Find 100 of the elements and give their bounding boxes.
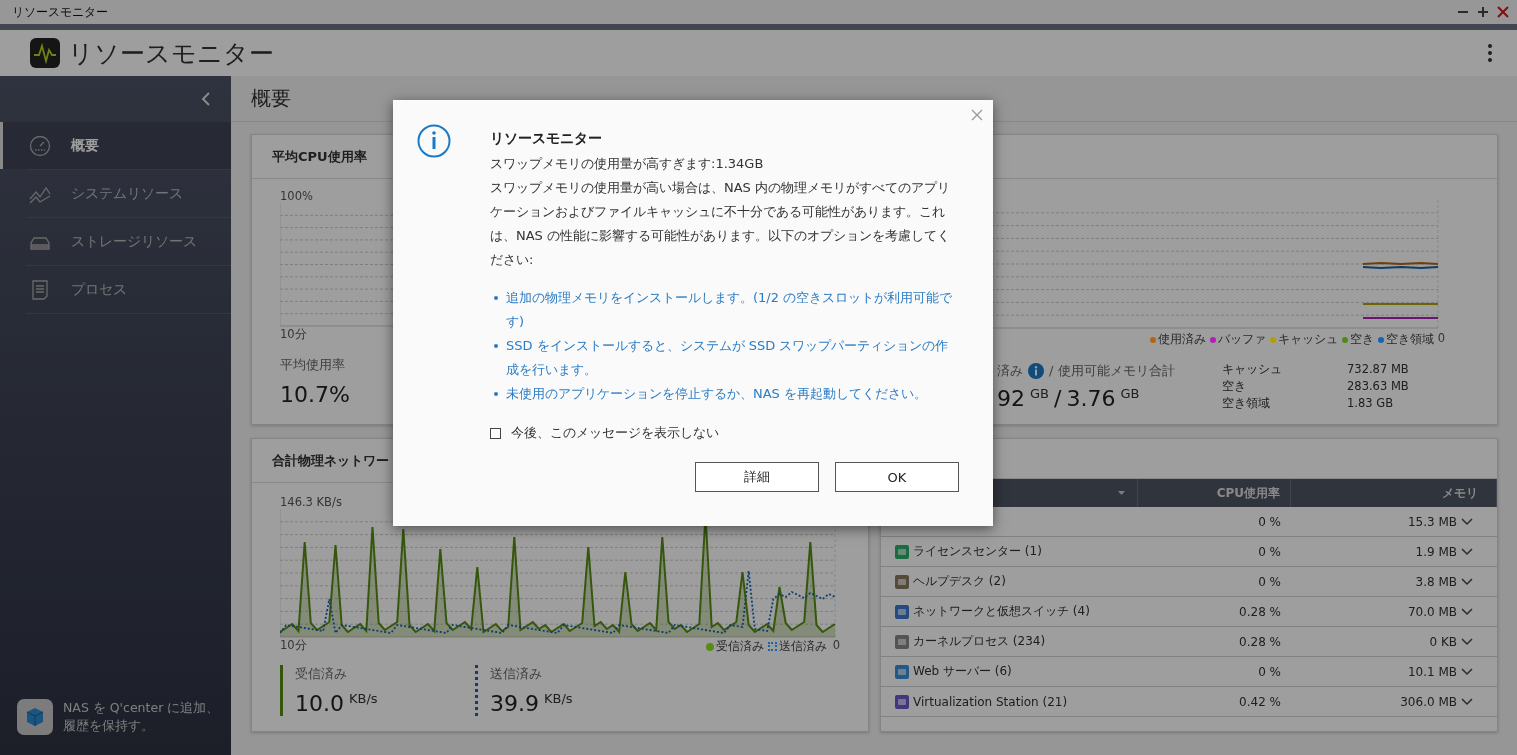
stat-label: 平均使用率 [280,356,345,374]
stat-value: 3.76 [1066,386,1116,411]
process-name: ネットワークと仮想スイッチ (4) [913,603,1090,620]
unit-label: GB [1030,386,1049,401]
unit-label: KB/s [544,691,573,706]
expand-icon[interactable] [1461,667,1473,676]
table-row[interactable]: ネットワークと仮想スイッチ (4) 0.28 % 70.0 MB [881,597,1497,627]
app-title: リソースモニター [68,37,274,70]
table-row[interactable]: カーネルプロセス (234) 0.28 % 0 KB [881,627,1497,657]
process-name: カーネルプロセス (234) [913,633,1046,650]
stat-label: 送信済み [490,665,542,683]
detail-value: 283.63 MB [1347,379,1410,394]
memory-usage: 15.3 MB [1406,514,1458,529]
cpu-usage: 0 % [1257,514,1282,529]
app-icon [895,634,909,649]
legend-item: 空き [1341,331,1374,348]
stat-value: 39.9 [490,691,539,716]
info-icon[interactable] [1028,363,1044,379]
window-title: リソースモニター [12,3,108,21]
dialog-button[interactable]: OK [835,462,959,492]
detail-label: 空き領域 [1222,396,1271,411]
info-icon [417,124,451,158]
expand-icon[interactable] [1461,547,1473,556]
memory-usage: 1.9 MB [1414,544,1458,559]
memory-usage: 0 KB [1428,634,1458,649]
bullet-icon [494,296,498,300]
option-text: 追加の物理メモリをインストールします。(1/2 の空きスロットが利用可能です) [506,289,954,331]
detail-value: 1.83 GB [1347,396,1395,411]
gauge-icon [29,134,51,157]
process-name: ヘルプデスク (2) [913,573,1006,590]
legend-item: バッファ [1209,331,1266,348]
caret-icon[interactable] [1118,491,1125,495]
dialog-message: スワップメモリの使用量が高い場合は、NAS 内の物理メモリがすべてのアプリケーションおよびファイルキャッシュに不十分である可能性があります。これは、NAS の性能に影響する可能性があります。以下のオプションを考慮してください: [490,179,951,269]
axis-label: 0 [1437,331,1445,345]
promo-text[interactable]: NAS を Q'center に追加、 履歴を保持す。 [63,699,220,735]
more-menu-icon[interactable] [1487,43,1493,63]
stat-label: / 使用可能メモリ合計 [1049,362,1175,380]
page-title: 概要 [251,85,291,112]
process-name: ライセンスセンター (1) [913,543,1042,560]
legend-item: キャッシュ [1269,331,1338,348]
close-button[interactable] [969,107,985,123]
axis-label: 10分 [280,327,307,342]
expand-icon[interactable] [1461,577,1473,586]
cpu-usage: 0 % [1257,664,1282,679]
stat-value: 10.7% [280,382,350,407]
expand-icon[interactable] [1461,517,1473,526]
app-icon [895,694,909,709]
app-icon [895,664,909,679]
card-title: 平均CPU使用率 [272,147,367,166]
legend-item: 送信済み [767,638,827,655]
cpu-usage: 0 % [1257,544,1282,559]
legend-item: 使用済み [1149,331,1206,348]
axis-label: 146.3 KB/s [280,495,342,509]
cpu-usage: 0.28 % [1238,604,1282,619]
sidebar-item[interactable]: 概要 [0,122,231,169]
option-text: SSD をインストールすると、システムが SSD スワップパーティションの作成を行います。 [506,337,950,379]
table-row[interactable]: ライセンスセンター (1) 0 % 1.9 MB [881,537,1497,567]
option-text: 未使用のアプリケーションを停止するか、NAS を再起動してください。 [506,385,927,403]
process-name: Virtualization Station (21) [913,694,1068,709]
expand-icon[interactable] [1461,697,1473,706]
dialog-button[interactable]: 詳細 [695,462,819,492]
checkbox[interactable]: 今後、このメッセージを表示しない [490,424,959,442]
app-icon [895,544,909,559]
process-name: Web サーバー (6) [913,663,1012,680]
stat-value: 10.0 [295,691,344,716]
expand-icon[interactable] [1461,637,1473,646]
stat-label: 受信済み [295,665,347,683]
column-header[interactable]: CPU使用率 [1216,484,1280,502]
app-logo-icon [30,38,60,68]
cpu-usage: 0.42 % [1238,694,1282,709]
cpu-usage: 0 % [1257,574,1282,589]
close-icon[interactable] [1497,6,1509,18]
document-icon [29,278,51,301]
app-icon [895,604,909,619]
stat-value: 92 [997,386,1025,411]
detail-value: 732.87 MB [1347,362,1410,377]
expand-icon[interactable] [1461,607,1473,616]
column-header[interactable]: メモリ [1442,484,1478,502]
table-row[interactable]: Virtualization Station (21) 0.42 % 306.0 MB [881,687,1497,717]
bullet-icon [494,392,498,396]
unit-label: KB/s [349,691,378,706]
cube-app-icon[interactable] [17,699,53,735]
table-row[interactable]: Web サーバー (6) 0 % 10.1 MB [881,657,1497,687]
card-title: 合計物理ネットワー [272,451,389,470]
legend-item: 受信済み [705,638,764,655]
app-icon [895,574,909,589]
detail-label: 空き [1222,379,1247,394]
maximize-icon[interactable] [1477,6,1489,18]
memory-usage: 10.1 MB [1406,664,1458,679]
bullet-icon [494,344,498,348]
dialog-headline: スワップメモリの使用量が高すぎます:1.34GB [490,155,765,173]
memory-usage: 70.0 MB [1406,604,1458,619]
legend-item: 空き領域 [1377,331,1434,348]
collapse-icon[interactable] [201,91,211,107]
stat-label: 済み [997,362,1023,380]
table-row[interactable]: ヘルプデスク (2) 0 % 3.8 MB [881,567,1497,597]
detail-label: キャッシュ [1222,362,1283,377]
cpu-usage: 0.28 % [1238,634,1282,649]
dialog-title: リソースモニター [490,130,603,148]
memory-usage: 306.0 MB [1399,694,1458,709]
